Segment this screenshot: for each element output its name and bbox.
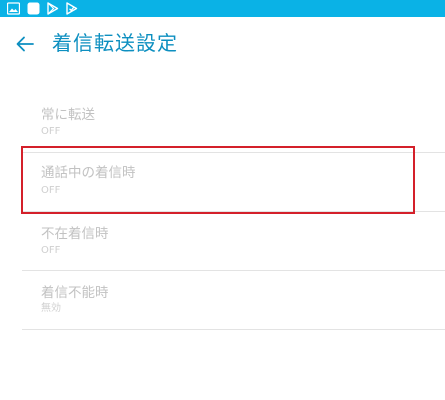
setting-summary: OFF	[41, 185, 61, 196]
app-square-icon	[27, 2, 40, 15]
setting-title: 通話中の着信時	[41, 165, 136, 181]
play-store-icon	[47, 2, 59, 15]
setting-title: 不在着信時	[41, 226, 109, 242]
setting-summary: OFF	[41, 245, 61, 256]
setting-summary: OFF	[41, 126, 61, 137]
page-title: 着信転送設定	[52, 31, 178, 55]
app-bar: 着信転送設定	[0, 17, 445, 71]
play-store-check-icon	[66, 2, 78, 15]
setting-always-forward[interactable]: 常に転送 OFF	[22, 97, 445, 155]
divider	[22, 329, 445, 330]
image-icon	[7, 2, 20, 15]
setting-forward-when-busy[interactable]: 通話中の着信時 OFF	[22, 153, 445, 211]
setting-forward-when-unanswered[interactable]: 不在着信時 OFF	[22, 212, 445, 270]
arrow-left-icon	[16, 36, 34, 52]
setting-forward-when-unreachable[interactable]: 着信不能時 無効	[22, 271, 445, 329]
back-button[interactable]	[10, 29, 40, 59]
setting-summary: 無効	[41, 303, 61, 314]
status-bar	[0, 0, 445, 17]
setting-title: 常に転送	[41, 107, 95, 123]
setting-title: 着信不能時	[41, 285, 109, 301]
